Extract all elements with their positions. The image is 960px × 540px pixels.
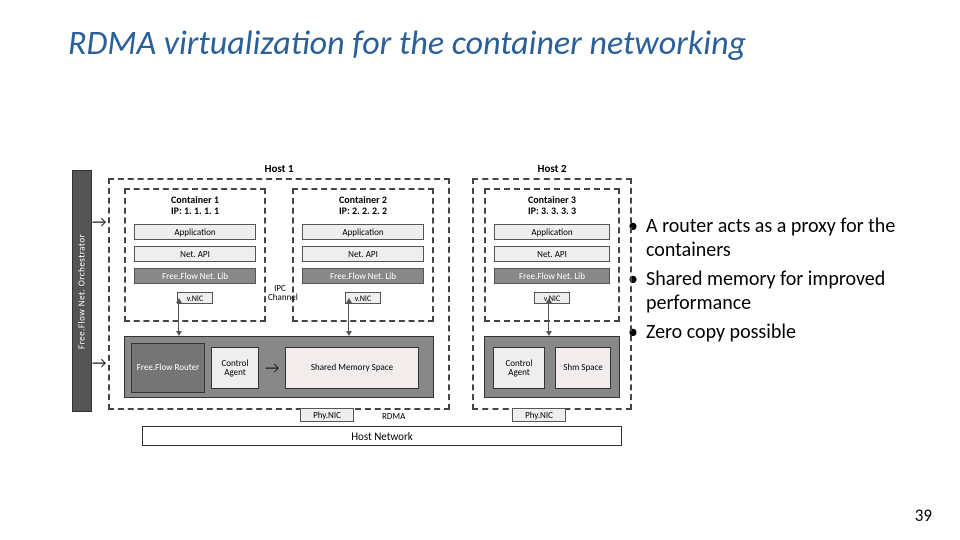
slide-title: RDMA virtualization for the container ne… — [68, 24, 746, 63]
orchestrator-box: Free.Flow Net. Orchestrator — [72, 170, 92, 412]
container3-ip: IP: 3. 3. 3. 3 — [528, 204, 576, 217]
shared-memory-box: Shared Memory Space — [285, 347, 419, 389]
container2-label: Container 2 IP: 2. 2. 2. 2 — [294, 194, 432, 216]
bullet-item: •A router acts as a proxy for the contai… — [628, 214, 938, 263]
phynic-box: Phy.NIC — [512, 408, 566, 422]
host-network-box: Host Network — [142, 426, 622, 446]
freeflow-lib-box: Free.Flow Net. Lib — [134, 268, 256, 284]
rdma-label: RDMA — [382, 412, 405, 421]
container3-label: Container 3 IP: 3. 3. 3. 3 — [486, 194, 618, 216]
container1-box: Container 1 IP: 1. 1. 1. 1 Application N… — [124, 188, 266, 322]
netapi-box: Net. API — [302, 246, 424, 262]
router-zone-2: Control Agent Shm Space — [484, 336, 620, 398]
bullet-list: •A router acts as a proxy for the contai… — [628, 214, 938, 348]
vnic-box: v.NIC — [177, 292, 213, 304]
container1-ip: IP: 1. 1. 1. 1 — [171, 204, 219, 217]
connector-line — [178, 302, 179, 332]
host1-box: Host 1 Container 1 IP: 1. 1. 1. 1 Applic… — [108, 178, 450, 410]
bullet-item: •Zero copy possible — [628, 320, 938, 344]
control-agent-box: Control Agent — [211, 347, 259, 389]
application-box: Application — [494, 224, 610, 240]
ipc-label: IPC Channel — [268, 284, 292, 303]
arrow-icon: → — [92, 356, 106, 372]
control-agent-box: Control Agent — [493, 347, 545, 389]
phynic-box: Phy.NIC — [300, 408, 354, 422]
netapi-box: Net. API — [134, 246, 256, 262]
freeflow-router-box: Free.Flow Router — [131, 343, 205, 393]
arrow-icon: → — [265, 361, 279, 377]
application-box: Application — [134, 224, 256, 240]
bullet-text: A router acts as a proxy for the contain… — [646, 214, 938, 263]
application-box: Application — [302, 224, 424, 240]
container1-label: Container 1 IP: 1. 1. 1. 1 — [126, 194, 264, 216]
arrow-icon: → — [92, 215, 106, 231]
page-number: 39 — [915, 505, 932, 526]
bullet-text: Zero copy possible — [646, 320, 796, 344]
router-zone-1: Free.Flow Router Control Agent → Shared … — [124, 336, 434, 398]
host2-label: Host 2 — [538, 162, 567, 175]
architecture-diagram: Free.Flow Net. Orchestrator Host 1 Conta… — [82, 160, 618, 448]
bullet-item: •Shared memory for improved performance — [628, 267, 938, 316]
connector-line — [348, 302, 349, 332]
freeflow-lib-box: Free.Flow Net. Lib — [494, 268, 610, 284]
shm-space-box: Shm Space — [555, 347, 611, 389]
host1-label: Host 1 — [265, 162, 294, 175]
container2-box: Container 2 IP: 2. 2. 2. 2 Application N… — [292, 188, 434, 322]
freeflow-lib-box: Free.Flow Net. Lib — [302, 268, 424, 284]
container3-box: Container 3 IP: 3. 3. 3. 3 Application N… — [484, 188, 620, 322]
connector-line — [548, 302, 549, 332]
bullet-text: Shared memory for improved performance — [646, 267, 938, 316]
vnic-box: v.NIC — [534, 292, 570, 304]
host2-box: Host 2 Container 3 IP: 3. 3. 3. 3 Applic… — [472, 178, 632, 410]
container2-ip: IP: 2. 2. 2. 2 — [339, 204, 387, 217]
netapi-box: Net. API — [494, 246, 610, 262]
